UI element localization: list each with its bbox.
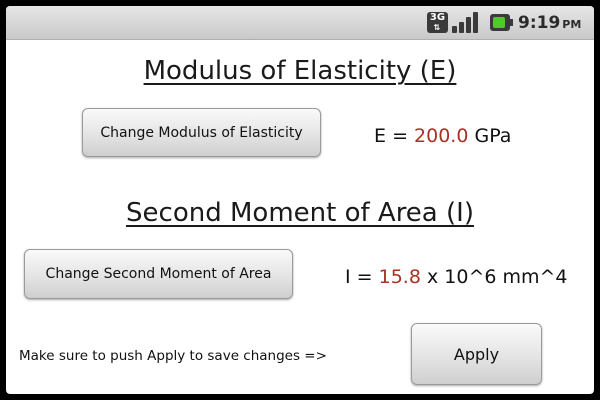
- network-3g-icon: 3G ⇅: [427, 12, 448, 33]
- modulus-unit: GPa: [474, 125, 512, 147]
- moment-symbol: I: [345, 266, 351, 288]
- status-bar: 3G ⇅ 9:19 PM: [6, 6, 594, 40]
- modulus-value: 200.0: [414, 125, 469, 147]
- signal-strength-icon: [452, 12, 480, 33]
- status-clock: 9:19 PM: [518, 13, 581, 33]
- battery-icon: [490, 14, 513, 31]
- change-moment-button[interactable]: Change Second Moment of Area: [24, 249, 293, 299]
- moment-readout: I = 15.8 x 10^6 mm^4: [345, 266, 568, 288]
- moment-value: 15.8: [378, 266, 421, 288]
- modulus-section-title: Modulus of Elasticity (E): [143, 56, 457, 86]
- moment-equals: =: [356, 266, 373, 288]
- apply-hint-text: Make sure to push Apply to save changes …: [19, 348, 327, 364]
- apply-button[interactable]: Apply: [411, 323, 542, 385]
- moment-section-title: Second Moment of Area (I): [126, 198, 474, 228]
- modulus-equals: =: [392, 125, 408, 147]
- modulus-readout: E = 200.0 GPa: [374, 125, 511, 147]
- moment-unit: x 10^6 mm^4: [426, 266, 568, 288]
- modulus-symbol: E: [374, 125, 387, 147]
- app-screen: 3G ⇅ 9:19 PM Modulus of Elasticity (E) Ch…: [6, 6, 594, 394]
- clock-ampm: PM: [562, 18, 582, 31]
- clock-time: 9:19: [518, 13, 561, 33]
- change-modulus-button[interactable]: Change Modulus of Elasticity: [82, 108, 321, 157]
